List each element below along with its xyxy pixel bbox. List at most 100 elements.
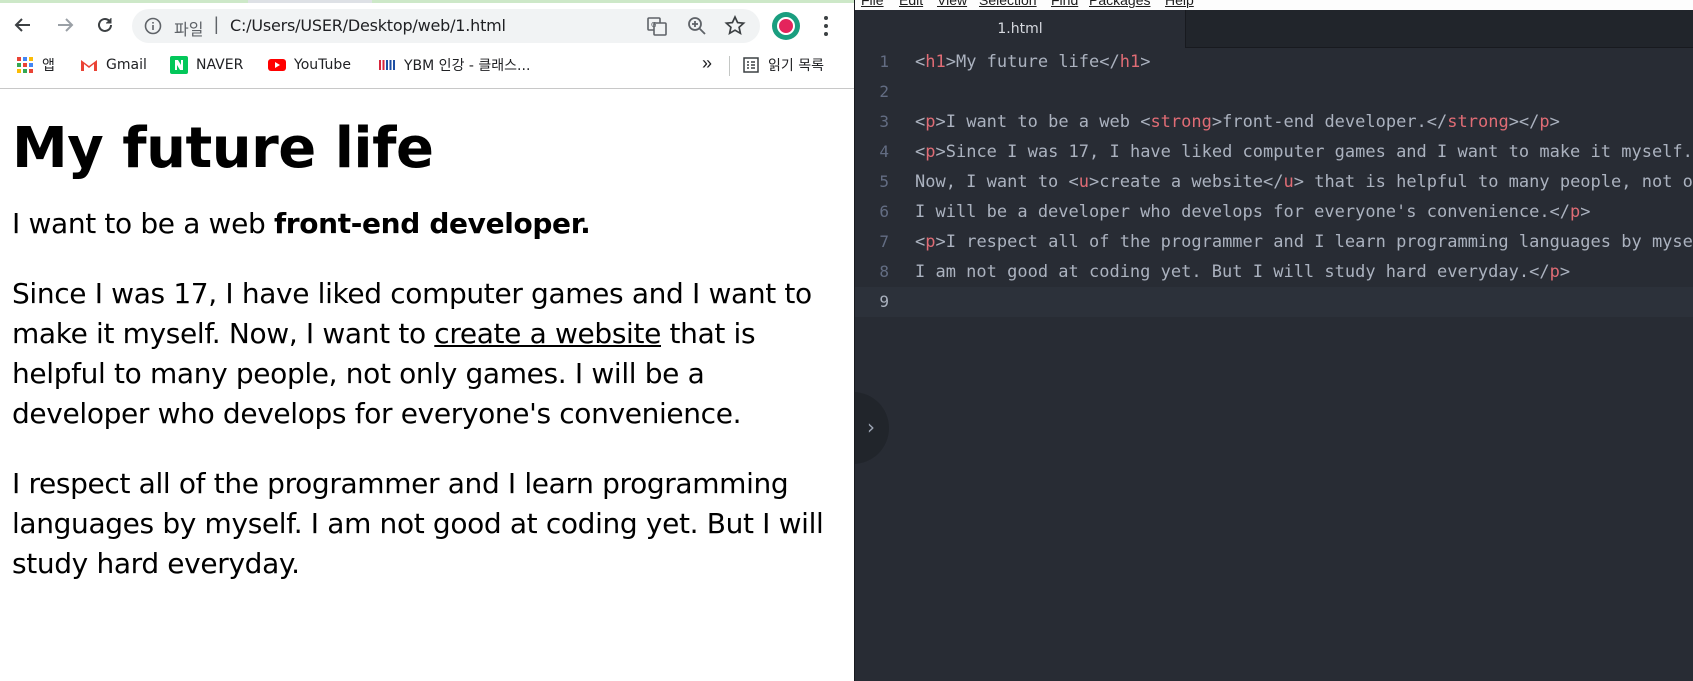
line-text: Now, I want to <u>create a website</u> t… [915,167,1693,197]
line-number: 9 [879,292,889,311]
menu-dot [824,24,828,28]
line-text: <p>I respect all of the programmer and I… [915,227,1693,257]
reading-list-label: 읽기 목록 [768,58,824,74]
svg-text:G: G [651,21,656,29]
address-bar[interactable]: 파일 | C:/Users/USER/Desktop/web/1.html G [132,9,760,43]
paragraph-3: I respect all of the programmer and I le… [12,467,824,580]
menu-find[interactable]: Find [1051,0,1078,8]
avatar-image [777,17,795,35]
text-token: > that is helpful to many people, not on… [1293,172,1693,192]
text-token: < [915,232,926,252]
ybm-icon [379,60,395,70]
line-number: 4 [879,142,889,161]
line-number: 8 [879,262,889,281]
bookmark-apps[interactable]: 앱 [16,55,55,75]
reload-button[interactable] [92,12,118,38]
line-number: 1 [879,52,889,71]
code-line[interactable]: 1 <h1>My future life</h1> [855,47,1693,77]
code-line[interactable]: 5 Now, I want to <u>create a website</u> … [855,167,1693,197]
code-editor-window: File Edit View Selection Find Packages H… [854,0,1693,681]
tag-name-token: p [1549,262,1560,282]
text-token: I am not good at coding yet. But I will … [915,262,1550,282]
text-token: > [1140,52,1151,72]
code-line[interactable]: 7 <p>I respect all of the programmer and … [855,227,1693,257]
text-token: >Since I was 17, I have liked computer g… [935,142,1693,162]
back-button[interactable] [10,12,36,38]
text-token: Now, I want to < [915,172,1079,192]
line-number: 6 [879,202,889,221]
tag-name-token: p [925,142,936,162]
tag-name-token: p [925,232,936,252]
bookmarks-overflow-button[interactable]: » [702,53,712,74]
chevron-right-icon: › [867,415,875,439]
code-line[interactable]: 9 [855,287,1693,317]
apps-grid-icon [17,57,33,73]
scheme-separator: | [214,14,219,34]
info-icon[interactable] [144,17,162,35]
tag-name-token: u [1078,172,1090,192]
paragraph-1: I want to be a web front-end developer. [12,204,842,244]
code-line[interactable]: 4 <p>Since I was 17, I have liked compute… [855,137,1693,167]
menu-selection[interactable]: Selection [979,0,1037,8]
tag-name-token: u [1283,172,1294,192]
menu-file[interactable]: File [861,0,884,8]
line-number: 5 [879,172,889,191]
editor-tab-active[interactable]: 1.html [855,10,1185,48]
code-line[interactable]: 3 <p>I want to be a web <strong>front-end… [855,107,1693,137]
profile-avatar[interactable] [772,12,800,40]
url-text[interactable]: C:/Users/USER/Desktop/web/1.html [230,16,506,35]
gmail-icon [81,60,97,71]
bookmark-label: 앱 [42,58,55,74]
line-text: <h1>My future life</h1> [915,47,1150,77]
browser-menu-button[interactable] [816,14,836,38]
code-area[interactable]: 1 <h1>My future life</h1> 2 3 <p>I want to b… [855,48,1693,681]
text-token: >I respect all of the programmer and I l… [935,232,1693,252]
menu-edit[interactable]: Edit [899,0,923,8]
text-token: >create a website</ [1089,172,1284,192]
reading-list-icon [743,57,759,73]
menu-dots-icon [824,16,828,20]
text-token: > [1559,262,1571,282]
line-text: <p>I want to be a web <strong>front-end … [915,107,1560,137]
bookmarks-bar: 앱 Gmail NAVER YouTube YBM 인강 - 클래스... » … [0,48,854,82]
menu-dot [824,32,828,36]
menu-view[interactable]: View [937,0,967,8]
bookmark-gmail[interactable]: Gmail [80,55,147,75]
bookmark-label: Gmail [106,57,147,73]
bookmark-naver[interactable]: NAVER [170,55,243,75]
bookmark-youtube[interactable]: YouTube [268,55,351,75]
code-line[interactable]: 6 I will be a developer who develops for … [855,197,1693,227]
code-line[interactable]: 2 [855,77,1693,107]
bookmarks-divider [729,56,730,76]
tag-name-token: h1 [1119,52,1141,72]
line-text: <p>Since I was 17, I have liked computer… [915,137,1693,167]
text-token: < [915,112,926,132]
text-token: < [915,142,926,162]
menu-packages[interactable]: Packages [1089,0,1150,8]
back-arrow-icon [14,18,30,32]
text-token: > [1580,202,1591,222]
text-token: >front-end developer.</ [1211,112,1448,132]
tab-separator [1185,10,1186,48]
bookmark-star-icon[interactable] [724,15,746,37]
line-number: 3 [879,112,889,131]
text-token: >I want to be a web < [935,112,1151,132]
line-text: I am not good at coding yet. But I will … [915,257,1570,287]
zoom-icon[interactable] [686,15,708,37]
menu-help[interactable]: Help [1165,0,1194,8]
bookmark-ybm[interactable]: YBM 인강 - 클래스... [378,55,530,75]
code-line[interactable]: 8 I am not good at coding yet. But I will… [855,257,1693,287]
browser-toolbar: 파일 | C:/Users/USER/Desktop/web/1.html G [0,3,854,47]
bookmark-label: YouTube [294,57,351,73]
translate-icon[interactable]: G [646,15,668,37]
forward-arrow-icon [58,18,74,32]
naver-icon [170,56,188,74]
editor-menubar: File Edit View Selection Find Packages H… [855,0,1693,10]
page-heading: My future life [12,116,434,181]
scheme-label: 파일 [174,20,204,39]
reload-icon [98,17,112,32]
bookmark-label: NAVER [196,57,244,73]
forward-button[interactable] [52,12,78,38]
browser-window: 파일 | C:/Users/USER/Desktop/web/1.html G … [0,0,854,681]
reading-list-button[interactable]: 읽기 목록 [742,55,824,75]
